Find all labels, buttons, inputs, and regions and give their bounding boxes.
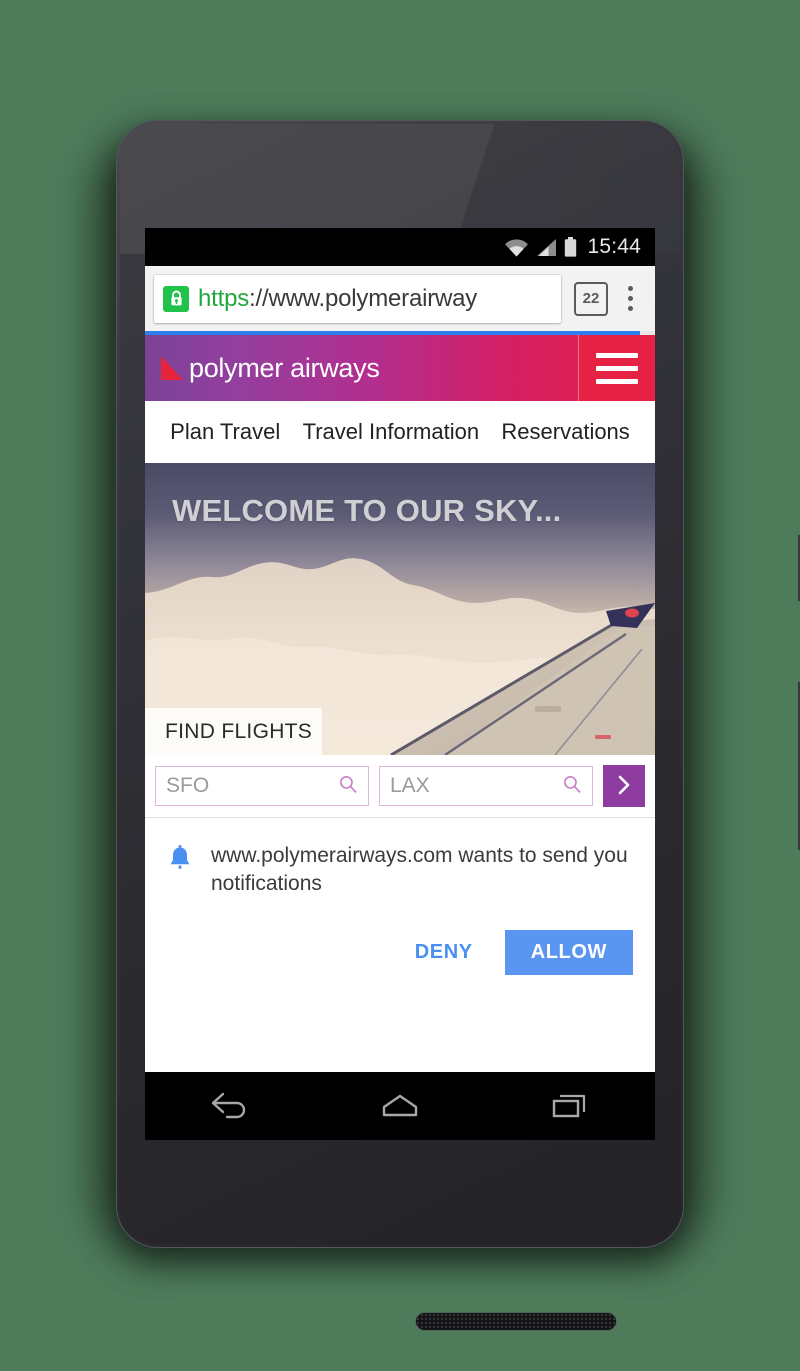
phone-screen: 15:44 https://www.polymerairway 22 polym…	[145, 228, 655, 1140]
search-submit-button[interactable]	[603, 765, 645, 807]
battery-icon	[564, 237, 577, 257]
android-nav-bar	[145, 1072, 655, 1140]
dialog-action-row: DENY ALLOW	[167, 929, 633, 975]
destination-input-value: LAX	[390, 774, 430, 797]
nav-item-travel-information[interactable]: Travel Information	[303, 419, 479, 445]
signal-icon	[536, 238, 557, 257]
flight-search-row: SFO LAX	[145, 755, 655, 817]
hamburger-icon[interactable]	[578, 335, 655, 401]
overflow-menu-icon[interactable]	[619, 282, 641, 316]
brand-name: polymer airways	[189, 352, 380, 383]
wifi-icon	[504, 238, 529, 257]
browser-toolbar: https://www.polymerairway 22	[145, 266, 655, 331]
nav-item-plan-travel[interactable]: Plan Travel	[170, 419, 280, 445]
url-bar[interactable]: https://www.polymerairway	[154, 274, 561, 323]
magnifier-icon[interactable]	[562, 774, 582, 799]
find-flights-label: FIND FLIGHTS	[165, 719, 313, 743]
back-arrow-icon[interactable]	[190, 1078, 270, 1134]
url-host: www.polymerairway	[268, 284, 478, 312]
bell-icon	[167, 845, 193, 880]
url-text: https://www.polymerairway	[198, 285, 477, 313]
wing-logo-icon	[159, 354, 185, 382]
deny-button[interactable]: DENY	[405, 933, 483, 972]
chevron-right-icon	[615, 774, 633, 799]
hero-banner: WELCOME TO OUR SKY... FIND FLIGHTS	[145, 463, 655, 755]
site-nav-tabs: Plan Travel Travel Information Reservati…	[145, 401, 655, 463]
hero-title: WELCOME TO OUR SKY...	[172, 493, 562, 528]
magnifier-icon[interactable]	[338, 774, 358, 799]
home-icon[interactable]	[360, 1078, 440, 1134]
permission-message-row: www.polymerairways.com wants to send you…	[167, 842, 633, 898]
android-status-bar: 15:44	[145, 228, 655, 266]
origin-search-field[interactable]: SFO	[155, 766, 369, 806]
allow-button[interactable]: ALLOW	[504, 929, 633, 975]
site-header: polymer airways	[145, 335, 655, 401]
find-flights-tab[interactable]: FIND FLIGHTS	[145, 708, 322, 755]
origin-input-value: SFO	[166, 774, 210, 797]
destination-search-field[interactable]: LAX	[379, 766, 593, 806]
url-separator: ://	[249, 284, 269, 312]
notification-permission-dialog: www.polymerairways.com wants to send you…	[145, 817, 655, 992]
recents-icon[interactable]	[530, 1078, 610, 1134]
status-bar-clock: 15:44	[587, 235, 641, 258]
brand-logo-group[interactable]: polymer airways	[145, 335, 578, 401]
url-scheme: https	[198, 284, 250, 312]
lock-icon[interactable]	[163, 285, 189, 312]
nav-item-reservations[interactable]: Reservations	[501, 419, 629, 445]
bottom-speaker-grille	[416, 1313, 616, 1330]
permission-message: www.polymerairways.com wants to send you…	[211, 844, 628, 895]
tab-counter-button[interactable]: 22	[574, 281, 608, 316]
